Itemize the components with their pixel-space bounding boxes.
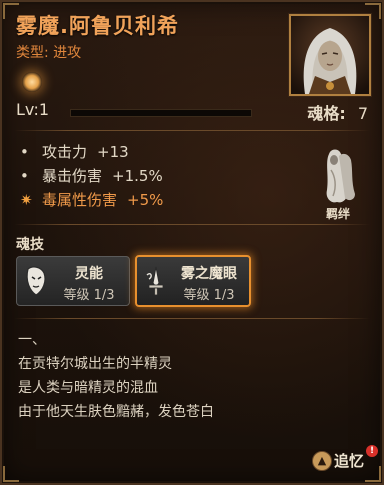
bullet-icon: • xyxy=(20,143,29,161)
skill-level: 等级 1/3 xyxy=(63,288,115,303)
section-divider xyxy=(14,318,370,319)
character-portrait[interactable] xyxy=(289,14,371,96)
recall-icon: ▲ xyxy=(312,451,332,471)
ghost-figure-icon[interactable] xyxy=(317,146,359,206)
experience-bar xyxy=(70,109,252,117)
skill-level: 等级 1/3 xyxy=(183,288,235,303)
notification-badge: ! xyxy=(366,445,378,457)
stat-list: • 攻击力 +13 • 暴击伤害 +1.5% ✷ 毒属性伤害 +5% xyxy=(20,140,163,212)
backstory-line: 是人类与暗精灵的混血 xyxy=(18,380,158,396)
skill-name: 灵能 xyxy=(75,266,103,282)
stat-value: +5% xyxy=(127,191,164,209)
character-type: 类型: 进攻 xyxy=(16,45,82,61)
stat-name: 暴击伤害 xyxy=(42,167,103,185)
bullet-icon: • xyxy=(20,167,29,185)
sun-emblem-icon xyxy=(22,72,42,92)
spark-icon: ✷ xyxy=(20,191,33,209)
level-label: Lv:1 xyxy=(16,100,50,119)
mask-icon xyxy=(26,266,46,296)
frame-corner xyxy=(3,466,19,482)
backstory-line: 由于他天生肤色黯赭，发色苍白 xyxy=(18,404,214,420)
backstory-text: 一、 在贡特尔城出生的半精灵 是人类与暗精灵的混血 由于他天生肤色黯赭，发色苍白 xyxy=(18,328,214,424)
stat-row-poison-damage: ✷ 毒属性伤害 +5% xyxy=(20,188,163,212)
skill-card-mist-eye[interactable]: 雾之魔眼 等级 1/3 xyxy=(135,255,251,307)
soul-grid-value: 7 xyxy=(357,104,368,123)
backstory-line: 在贡特尔城出生的半精灵 xyxy=(18,356,172,372)
soul-grid-label: 魂格: xyxy=(307,104,346,123)
recall-label: 追忆 xyxy=(334,452,365,470)
stat-row-crit-damage: • 暴击伤害 +1.5% xyxy=(20,164,163,188)
character-info-panel: 雾魔.阿鲁贝利希 类型: 进攻 Lv:1 魂格: 7 • 攻击力 +13 • 暴… xyxy=(0,0,384,485)
frame-corner xyxy=(365,466,381,482)
stat-value: +13 xyxy=(97,143,129,161)
stat-row-attack: • 攻击力 +13 xyxy=(20,140,163,164)
dagger-icon xyxy=(146,266,164,296)
stat-name: 毒属性伤害 xyxy=(42,191,118,209)
stat-value: +1.5% xyxy=(112,167,163,185)
skills-heading: 魂技 xyxy=(16,237,44,253)
character-name: 雾魔.阿鲁贝利希 xyxy=(16,14,179,38)
portrait-image xyxy=(291,16,369,94)
bond-label[interactable]: 羁绊 xyxy=(314,205,362,222)
backstory-line: 一、 xyxy=(18,332,46,348)
skill-card-psionic[interactable]: 灵能 等级 1/3 xyxy=(16,256,130,306)
skill-name: 雾之魔眼 xyxy=(181,266,237,282)
section-divider xyxy=(14,130,370,131)
section-divider xyxy=(14,224,370,225)
soul-grid: 魂格: 7 xyxy=(307,100,368,124)
stat-name: 攻击力 xyxy=(42,143,88,161)
